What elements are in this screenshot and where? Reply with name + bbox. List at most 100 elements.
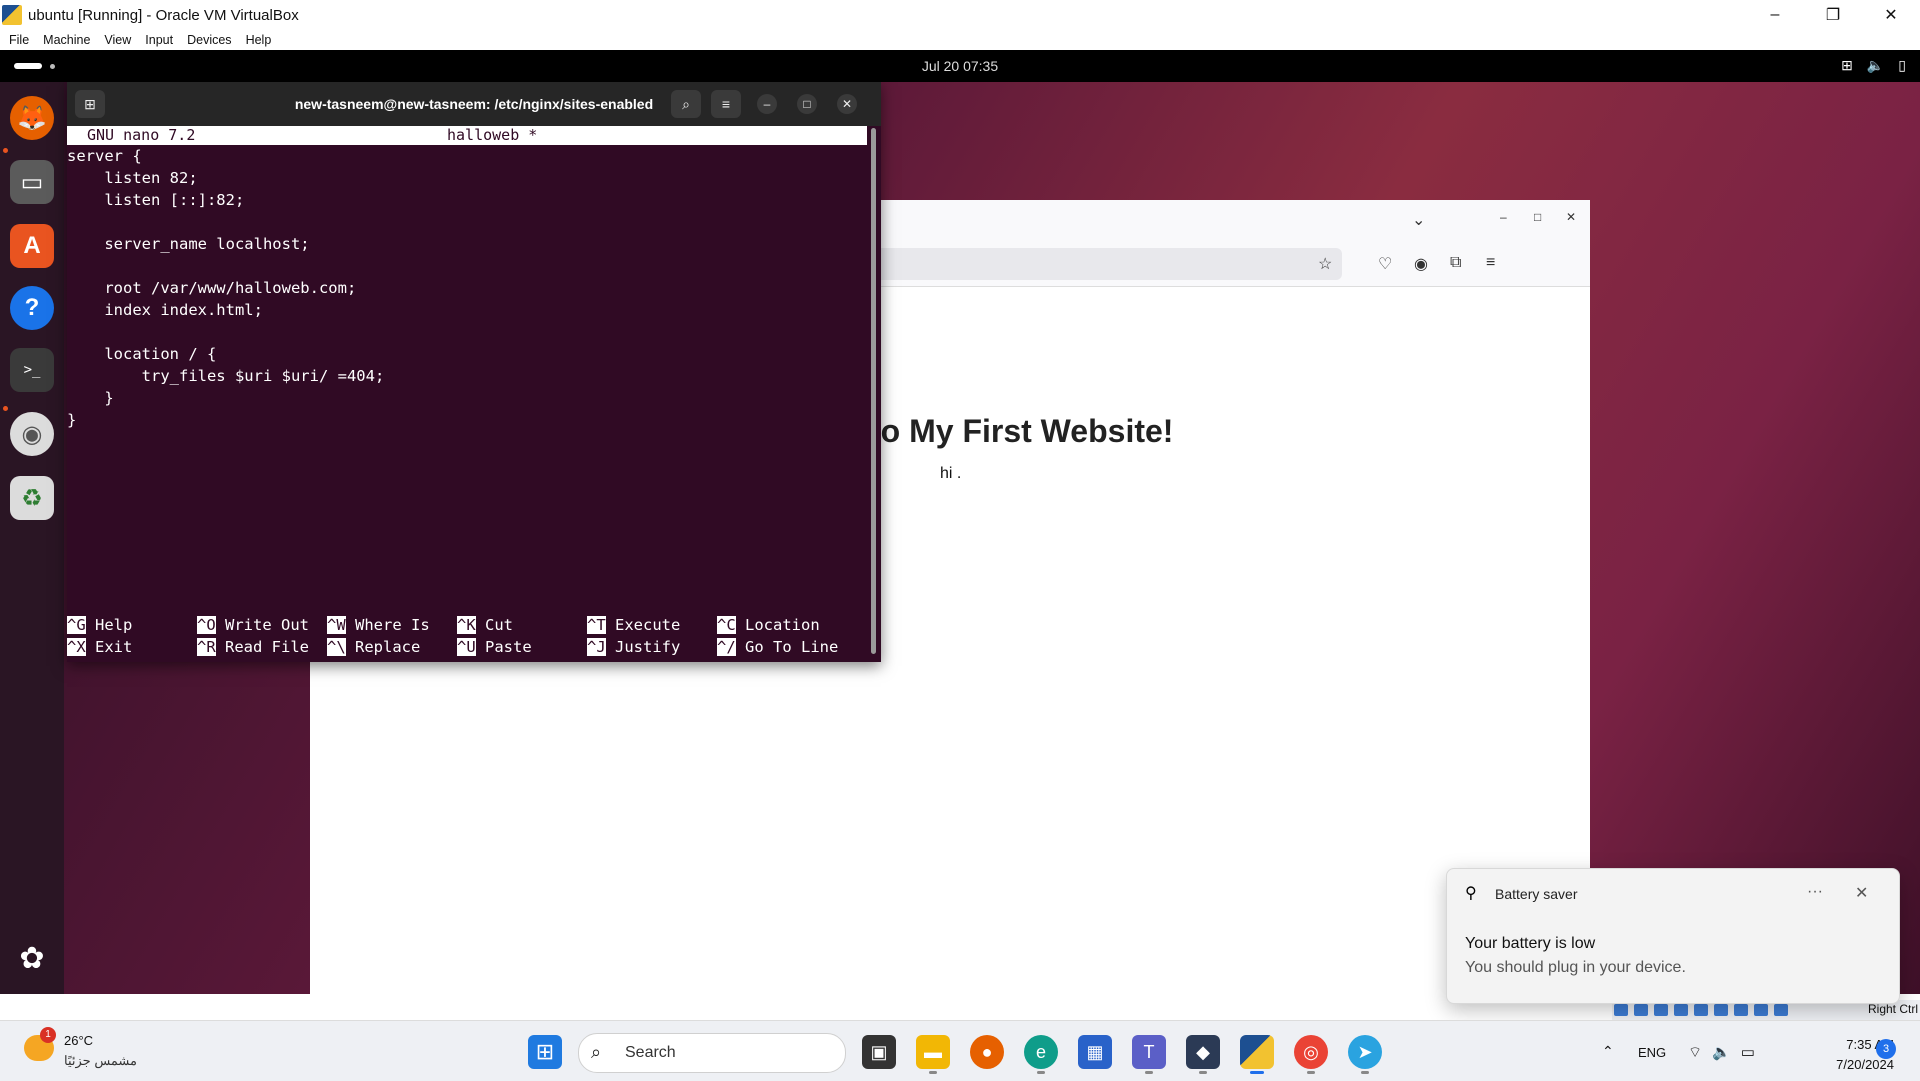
menu-file[interactable]: File bbox=[9, 33, 29, 47]
disc-dock-icon[interactable]: ◉ bbox=[10, 412, 54, 456]
help-dock-icon[interactable]: ? bbox=[10, 286, 54, 330]
telegram-taskbar-icon[interactable]: ➤ bbox=[1348, 1035, 1382, 1069]
weather-widget[interactable]: 1 26°C مشمس جزئيًا bbox=[24, 1027, 164, 1075]
shortcut-execute[interactable]: ^T Execute bbox=[587, 614, 680, 636]
notification-count-badge[interactable]: 3 bbox=[1876, 1039, 1896, 1059]
tab-list-chevron-icon[interactable]: ⌄ bbox=[1412, 210, 1425, 230]
battery-icon[interactable]: ▯ bbox=[1898, 57, 1906, 74]
tray-date[interactable]: 7/20/2024 bbox=[1784, 1057, 1894, 1072]
search-icon: ⌕ bbox=[591, 1042, 602, 1062]
bookmark-star-icon[interactable]: ☆ bbox=[1318, 254, 1332, 274]
shortcut-go-to-line[interactable]: ^/ Go To Line bbox=[717, 636, 838, 658]
firefox-minimize-button[interactable]: – bbox=[1500, 210, 1507, 224]
guest-top-bar: Jul 20 07:35 ⊞ 🔈 ▯ bbox=[0, 50, 1920, 82]
host-minimize-button[interactable]: – bbox=[1746, 0, 1804, 30]
edge-taskbar-icon[interactable]: e bbox=[1024, 1035, 1058, 1069]
search-label: Search bbox=[625, 1044, 676, 1061]
menu-input[interactable]: Input bbox=[145, 33, 173, 47]
nano-editor-text[interactable]: server { listen 82; listen [::]:82; serv… bbox=[67, 145, 867, 585]
menu-devices[interactable]: Devices bbox=[187, 33, 231, 47]
shortcut-read-file[interactable]: ^R Read File bbox=[197, 636, 309, 658]
weather-temp: 26°C bbox=[64, 1033, 94, 1048]
recording-status-icon[interactable] bbox=[1734, 1004, 1748, 1016]
shortcut-justify[interactable]: ^J Justify bbox=[587, 636, 680, 658]
optical-status-icon[interactable] bbox=[1634, 1004, 1648, 1016]
terminal-scrollbar[interactable] bbox=[871, 128, 876, 654]
shared-folders-icon[interactable] bbox=[1694, 1004, 1708, 1016]
pocket-icon[interactable]: ♡ bbox=[1378, 254, 1392, 274]
host-close-button[interactable]: ✕ bbox=[1862, 0, 1920, 30]
system-tray: ⌃ ENG ⌔🔈▭ 7:35 AM 7/20/2024 3 bbox=[1596, 1035, 1920, 1075]
network-status-icon[interactable] bbox=[1674, 1004, 1688, 1016]
menu-view[interactable]: View bbox=[104, 33, 131, 47]
teams-taskbar-icon[interactable]: T bbox=[1132, 1035, 1166, 1069]
terminal-maximize-button[interactable]: □ bbox=[797, 94, 817, 114]
guest-clock[interactable]: Jul 20 07:35 bbox=[0, 58, 1920, 74]
host-menu-bar: File Machine View Input Devices Help bbox=[0, 30, 1920, 50]
firefox-maximize-button[interactable]: □ bbox=[1534, 210, 1541, 224]
notification-close-icon[interactable]: ✕ bbox=[1855, 883, 1868, 903]
volume-icon[interactable]: 🔈 bbox=[1867, 57, 1884, 74]
shortcut-paste[interactable]: ^U Paste bbox=[457, 636, 532, 658]
files-dock-icon[interactable]: ▭ bbox=[10, 160, 54, 204]
account-icon[interactable]: ◉ bbox=[1414, 254, 1428, 274]
usb-status-icon[interactable] bbox=[1654, 1004, 1668, 1016]
menu-hamburger-icon[interactable]: ≡ bbox=[1486, 254, 1495, 272]
windows-taskbar: 1 26°C مشمس جزئيًا ⊞ ⌕ Search ▣ ▬ ● e ▦ … bbox=[0, 1020, 1920, 1081]
battery-notification[interactable]: ⚲ Battery saver ··· ✕ Your battery is lo… bbox=[1446, 868, 1900, 1004]
terminal-minimize-button[interactable]: – bbox=[757, 94, 777, 114]
terminal-search-icon[interactable]: ⌕ bbox=[671, 90, 701, 118]
display-status-icon[interactable] bbox=[1714, 1004, 1728, 1016]
trash-dock-icon[interactable]: ♻ bbox=[10, 476, 54, 520]
firefox-close-button[interactable]: ✕ bbox=[1566, 210, 1576, 224]
nano-filename: halloweb * bbox=[447, 126, 538, 144]
host-key-label: Right Ctrl bbox=[1867, 1002, 1918, 1016]
host-title-bar: ubuntu [Running] - Oracle VM VirtualBox … bbox=[0, 0, 1920, 30]
running-indicator bbox=[1145, 1071, 1153, 1074]
virtualbox-vm-taskbar-icon[interactable] bbox=[1240, 1035, 1274, 1069]
running-indicator bbox=[1037, 1071, 1045, 1074]
menu-help[interactable]: Help bbox=[246, 33, 272, 47]
host-restore-button[interactable]: ❐ bbox=[1804, 0, 1862, 30]
show-apps-icon[interactable]: ✿ bbox=[10, 936, 54, 980]
chrome-taskbar-icon[interactable]: ◎ bbox=[1294, 1035, 1328, 1069]
page-heading: to My First Website! bbox=[870, 413, 1174, 449]
shortcut-where-is[interactable]: ^W Where Is bbox=[327, 614, 430, 636]
firefox-dock-icon[interactable]: 🦊 bbox=[10, 96, 54, 140]
network-icon[interactable]: ⊞ bbox=[1841, 57, 1853, 74]
shortcut-exit[interactable]: ^X Exit bbox=[67, 636, 132, 658]
file-explorer-icon[interactable]: ▬ bbox=[916, 1035, 950, 1069]
weather-badge: 1 bbox=[40, 1027, 56, 1043]
task-view-icon[interactable]: ▣ bbox=[862, 1035, 896, 1069]
hdd-status-icon[interactable] bbox=[1614, 1004, 1628, 1016]
start-button-icon[interactable]: ⊞ bbox=[528, 1035, 562, 1069]
extensions-icon[interactable]: ⧉ bbox=[1450, 254, 1461, 272]
shortcut-replace[interactable]: ^\ Replace bbox=[327, 636, 420, 658]
store-taskbar-icon[interactable]: ▦ bbox=[1078, 1035, 1112, 1069]
terminal-window: ⊞ new-tasneem@new-tasneem: /etc/nginx/si… bbox=[67, 82, 881, 662]
nano-title-bar: GNU nano 7.2 halloweb * bbox=[67, 126, 867, 145]
running-indicator bbox=[1307, 1071, 1315, 1074]
terminal-close-button[interactable]: ✕ bbox=[837, 94, 857, 114]
cpu-status-icon[interactable] bbox=[1754, 1004, 1768, 1016]
shortcut-cut[interactable]: ^K Cut bbox=[457, 614, 513, 636]
mouse-status-icon[interactable] bbox=[1774, 1004, 1788, 1016]
taskbar-search-box[interactable]: ⌕ Search bbox=[578, 1033, 846, 1073]
shortcut-help[interactable]: ^G Help bbox=[67, 614, 132, 636]
shortcut-location[interactable]: ^C Location bbox=[717, 614, 820, 636]
terminal-header-bar: ⊞ new-tasneem@new-tasneem: /etc/nginx/si… bbox=[67, 82, 881, 126]
virtualbox-manager-icon[interactable]: ◆ bbox=[1186, 1035, 1220, 1069]
ubuntu-dock: 🦊 ▭ A ? >_ ◉ ♻ ✿ bbox=[0, 82, 64, 994]
app-center-dock-icon[interactable]: A bbox=[10, 224, 54, 268]
language-indicator[interactable]: ENG bbox=[1638, 1045, 1666, 1060]
terminal-dock-icon[interactable]: >_ bbox=[10, 348, 54, 392]
firefox-taskbar-icon[interactable]: ● bbox=[970, 1035, 1004, 1069]
menu-machine[interactable]: Machine bbox=[43, 33, 90, 47]
terminal-menu-icon[interactable]: ≡ bbox=[711, 90, 741, 118]
tray-status-icons[interactable]: ⌔🔈▭ bbox=[1688, 1043, 1765, 1062]
show-hidden-icons-chevron[interactable]: ⌃ bbox=[1602, 1043, 1614, 1060]
shortcut-write-out[interactable]: ^O Write Out bbox=[197, 614, 309, 636]
running-indicator bbox=[3, 406, 8, 411]
notification-more-icon[interactable]: ··· bbox=[1807, 883, 1823, 901]
weather-condition: مشمس جزئيًا bbox=[64, 1053, 137, 1068]
